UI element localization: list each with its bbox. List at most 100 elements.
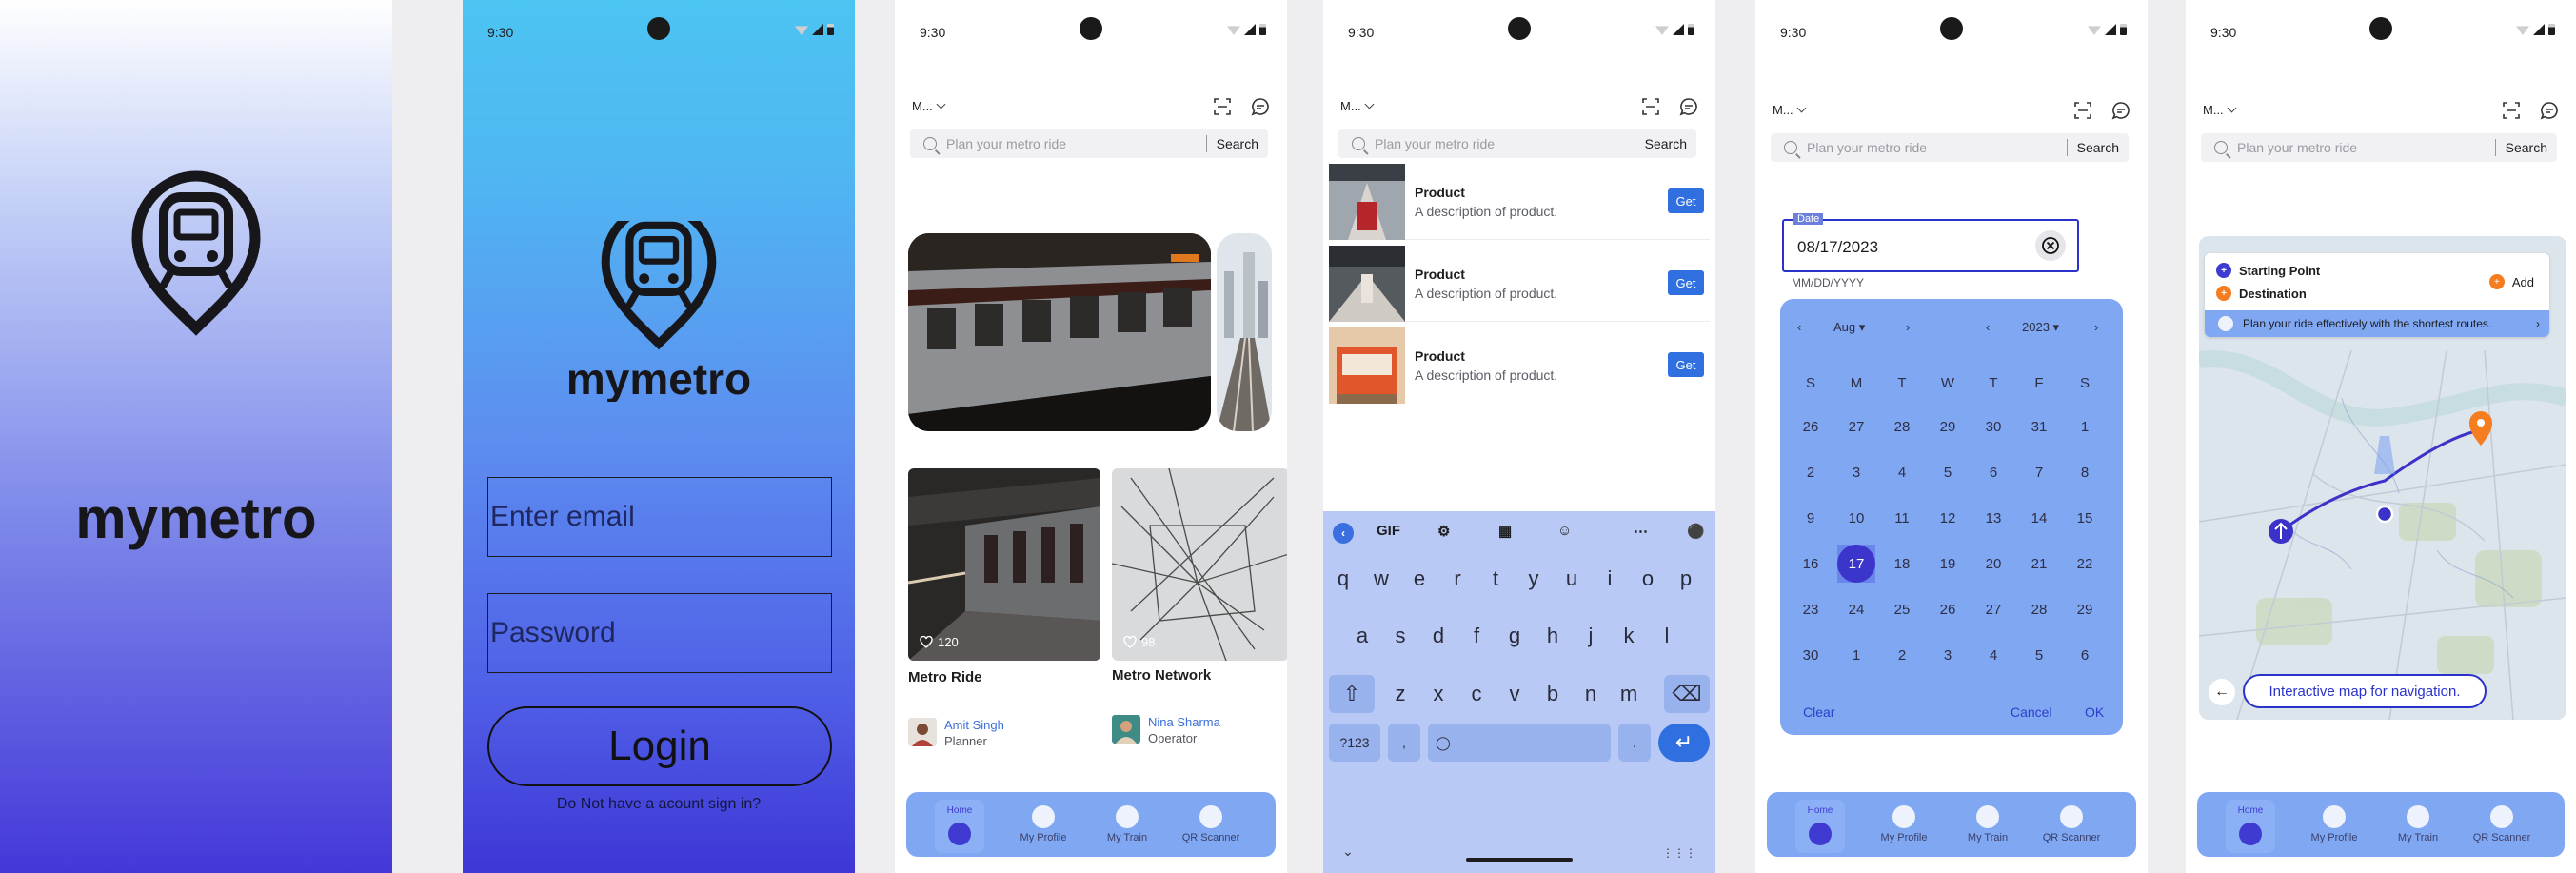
calendar-day[interactable]: 7: [2016, 465, 2062, 481]
key-p[interactable]: p: [1670, 560, 1702, 598]
key-s[interactable]: s: [1384, 617, 1417, 655]
product-item[interactable]: Product A description of product. Get: [1329, 327, 1710, 404]
period-key[interactable]: .: [1618, 724, 1651, 762]
key-b[interactable]: b: [1536, 675, 1569, 713]
clear-date-button[interactable]: [2035, 230, 2066, 261]
key-w[interactable]: w: [1365, 560, 1397, 598]
password-field[interactable]: Password: [487, 593, 832, 673]
calendar-day-selected[interactable]: 17: [1837, 545, 1875, 583]
search-input[interactable]: Plan your metro ride: [946, 136, 1206, 151]
card-title[interactable]: Metro Network: [1112, 667, 1211, 684]
key-g[interactable]: g: [1498, 617, 1531, 655]
calendar-day[interactable]: 26: [1788, 419, 1833, 435]
chat-icon[interactable]: [2540, 101, 2559, 120]
key-d[interactable]: d: [1422, 617, 1455, 655]
calendar-day[interactable]: 5: [2016, 647, 2062, 664]
login-button[interactable]: Login: [487, 706, 832, 786]
tab-my-train[interactable]: My Train: [2376, 792, 2460, 857]
location-selector[interactable]: M...: [1340, 99, 1375, 113]
card-title[interactable]: Metro Ride: [908, 669, 982, 685]
search-button[interactable]: Search: [1217, 136, 1258, 151]
calendar-day[interactable]: 3: [1833, 465, 1879, 481]
calendar-day[interactable]: 20: [1971, 556, 2016, 572]
key-y[interactable]: y: [1517, 560, 1550, 598]
search-bar[interactable]: Plan your metro ride Search: [910, 129, 1268, 158]
search-button[interactable]: Search: [2077, 140, 2119, 155]
calendar-day[interactable]: 29: [1925, 419, 1971, 435]
calendar-day[interactable]: 2: [1788, 465, 1833, 481]
product-item[interactable]: Product A description of product. Get: [1329, 246, 1710, 322]
key-k[interactable]: k: [1613, 617, 1645, 655]
scan-icon[interactable]: [1213, 97, 1232, 116]
chevron-down-icon[interactable]: ⌄: [1342, 843, 1354, 860]
scan-icon[interactable]: [1641, 97, 1660, 116]
backspace-key[interactable]: ⌫: [1664, 675, 1710, 713]
tab-my-profile[interactable]: My Profile: [2292, 792, 2376, 857]
microphone-icon[interactable]: ⚫: [1687, 523, 1705, 540]
key-u[interactable]: u: [1556, 560, 1588, 598]
enter-key[interactable]: ↵: [1658, 724, 1710, 762]
prev-month-icon[interactable]: ‹: [1797, 320, 1801, 334]
key-l[interactable]: l: [1651, 617, 1683, 655]
chevron-left-icon[interactable]: ‹: [1333, 523, 1354, 544]
hero-image-secondary[interactable]: [1217, 233, 1272, 431]
location-selector[interactable]: M...: [1773, 103, 1807, 117]
key-i[interactable]: i: [1594, 560, 1626, 598]
scan-icon[interactable]: [2502, 101, 2521, 120]
calendar-day[interactable]: 28: [2016, 602, 2062, 618]
tab-qr-scanner[interactable]: QR Scanner: [2030, 792, 2113, 857]
get-button[interactable]: Get: [1668, 188, 1704, 213]
card-author[interactable]: Nina Sharma Operator: [1112, 715, 1220, 745]
calendar-day[interactable]: 6: [1971, 465, 2016, 481]
location-selector[interactable]: M...: [2203, 103, 2237, 117]
calendar-day[interactable]: 10: [1833, 510, 1879, 526]
get-button[interactable]: Get: [1668, 352, 1704, 377]
calendar-day[interactable]: 4: [1879, 465, 1925, 481]
key-e[interactable]: e: [1403, 560, 1436, 598]
search-input[interactable]: Plan your metro ride: [1375, 136, 1635, 151]
search-bar[interactable]: Plan your metro ride Search: [1338, 129, 1696, 158]
prev-year-icon[interactable]: ‹: [1986, 320, 1990, 334]
key-h[interactable]: h: [1536, 617, 1569, 655]
search-input[interactable]: Plan your metro ride: [1807, 140, 2067, 155]
key-x[interactable]: x: [1422, 675, 1455, 713]
keyboard-icon[interactable]: ⋮⋮⋮: [1662, 846, 1696, 860]
shift-key[interactable]: ⇧: [1329, 675, 1375, 713]
chat-icon[interactable]: [1679, 97, 1698, 116]
calendar-day[interactable]: 24: [1833, 602, 1879, 618]
key-j[interactable]: j: [1575, 617, 1607, 655]
emoji-comma-key[interactable]: ,: [1388, 724, 1420, 762]
tab-my-train[interactable]: My Train: [1085, 792, 1169, 857]
likes-badge[interactable]: 120: [920, 635, 959, 649]
get-button[interactable]: Get: [1668, 270, 1704, 295]
search-input[interactable]: Plan your metro ride: [2237, 140, 2495, 155]
translate-icon[interactable]: ▦: [1498, 523, 1512, 540]
calendar-day[interactable]: 8: [2062, 465, 2108, 481]
add-stop-button[interactable]: + Add: [2488, 274, 2534, 289]
cancel-button[interactable]: Cancel: [2011, 704, 2052, 720]
search-bar[interactable]: Plan your metro ride Search: [1771, 133, 2129, 162]
key-n[interactable]: n: [1575, 675, 1607, 713]
calendar-day[interactable]: 21: [2016, 556, 2062, 572]
calendar-day[interactable]: 1: [2062, 419, 2108, 435]
calendar-day[interactable]: 19: [1925, 556, 1971, 572]
symbols-key[interactable]: ?123: [1329, 724, 1380, 762]
tab-qr-scanner[interactable]: QR Scanner: [1169, 792, 1253, 857]
product-item[interactable]: Product A description of product. Get: [1329, 164, 1710, 240]
calendar-day[interactable]: 29: [2062, 602, 2108, 618]
sticker-icon[interactable]: ☺: [1557, 523, 1572, 539]
key-z[interactable]: z: [1384, 675, 1417, 713]
tab-home[interactable]: Home: [1778, 792, 1862, 857]
hero-image[interactable]: [908, 233, 1211, 431]
calendar-day[interactable]: 25: [1879, 602, 1925, 618]
calendar-day[interactable]: 26: [1925, 602, 1971, 618]
route-hint[interactable]: Plan your ride effectively with the shor…: [2205, 310, 2549, 337]
space-key[interactable]: ◯: [1428, 724, 1611, 762]
calendar-day[interactable]: 22: [2062, 556, 2108, 572]
calendar-day[interactable]: 3: [1925, 647, 1971, 664]
chat-icon[interactable]: [2111, 101, 2130, 120]
calendar-day[interactable]: 2: [1879, 647, 1925, 664]
key-q[interactable]: q: [1327, 560, 1359, 598]
key-c[interactable]: c: [1460, 675, 1493, 713]
email-field[interactable]: Enter email: [487, 477, 832, 557]
